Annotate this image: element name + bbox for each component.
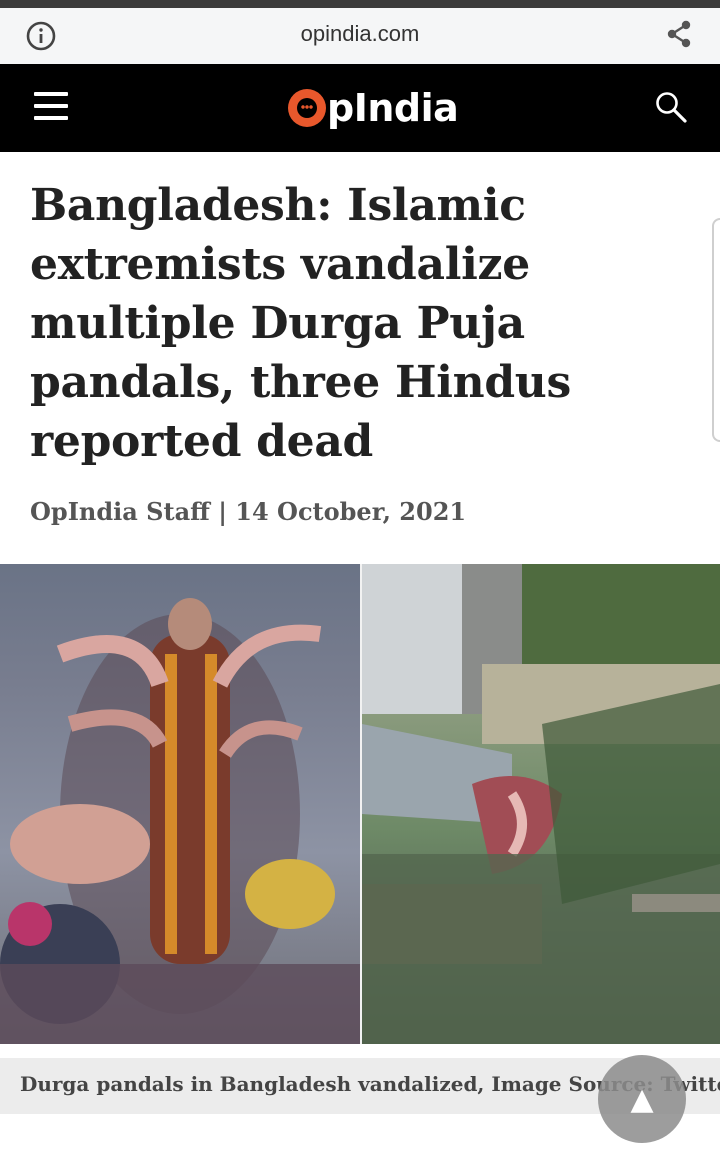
arrow-up-icon: ▲: [630, 1081, 654, 1117]
site-logo[interactable]: pIndia: [288, 86, 459, 130]
side-scroll-handle[interactable]: [712, 218, 720, 442]
hamburger-menu-icon[interactable]: [34, 92, 68, 120]
logo-text: pIndia: [327, 86, 459, 130]
article-image-vandalized-pandal: [362, 564, 720, 1044]
status-strip: [0, 0, 720, 8]
share-icon[interactable]: [664, 19, 694, 49]
article-image-durga-idol: [0, 564, 360, 1044]
search-icon[interactable]: [654, 90, 688, 124]
scroll-to-top-button[interactable]: ▲: [598, 1055, 686, 1143]
article-headline: Bangladesh: Islamic extremists vandalize…: [30, 180, 571, 467]
article-byline: OpIndia Staff | 14 October, 2021: [30, 497, 467, 526]
browser-url-bar: opindia.com: [0, 8, 720, 65]
url-text[interactable]: opindia.com: [0, 21, 720, 47]
logo-mark-icon: [288, 89, 326, 127]
site-header: pIndia: [0, 64, 720, 152]
